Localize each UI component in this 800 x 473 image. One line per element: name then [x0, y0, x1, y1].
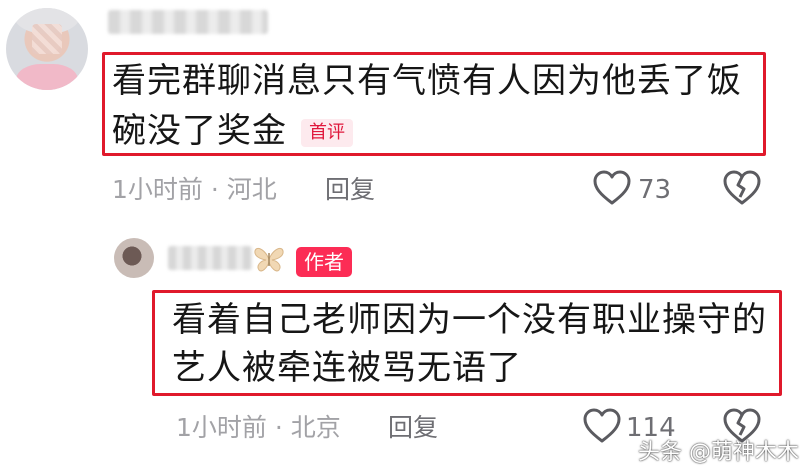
avatar[interactable] [114, 238, 154, 278]
avatar-dress [16, 64, 78, 90]
butterfly-icon [254, 247, 284, 272]
like-count: 73 [638, 175, 672, 205]
heart-icon[interactable] [582, 408, 622, 444]
comment-meta: 1小时前 · 河北 [112, 175, 277, 204]
avatar-face-blur [32, 24, 62, 54]
username-blurred[interactable] [168, 246, 252, 270]
author-tag: 作者 [296, 247, 352, 277]
avatar[interactable] [6, 8, 88, 90]
comment-text: 看着自己老师因为一个没有职业操守的艺人被牵连被骂无语了 [172, 300, 767, 388]
comment-meta: 1小时前 · 北京 [176, 413, 341, 442]
broken-heart-icon[interactable] [722, 170, 762, 206]
reply-button[interactable]: 回复 [388, 413, 438, 443]
comment-text-content: 看完群聊消息只有气愤有人因为他丢了饭碗没了奖金 [112, 61, 742, 151]
first-comment-tag: 首评 [301, 118, 353, 147]
reply-button[interactable]: 回复 [325, 175, 375, 205]
comment-text: 看完群聊消息只有气愤有人因为他丢了饭碗没了奖金 首评 [112, 56, 760, 156]
watermark: 头条 @萌神木木 [638, 440, 799, 465]
heart-icon[interactable] [592, 170, 632, 206]
username-blurred[interactable] [108, 10, 268, 34]
